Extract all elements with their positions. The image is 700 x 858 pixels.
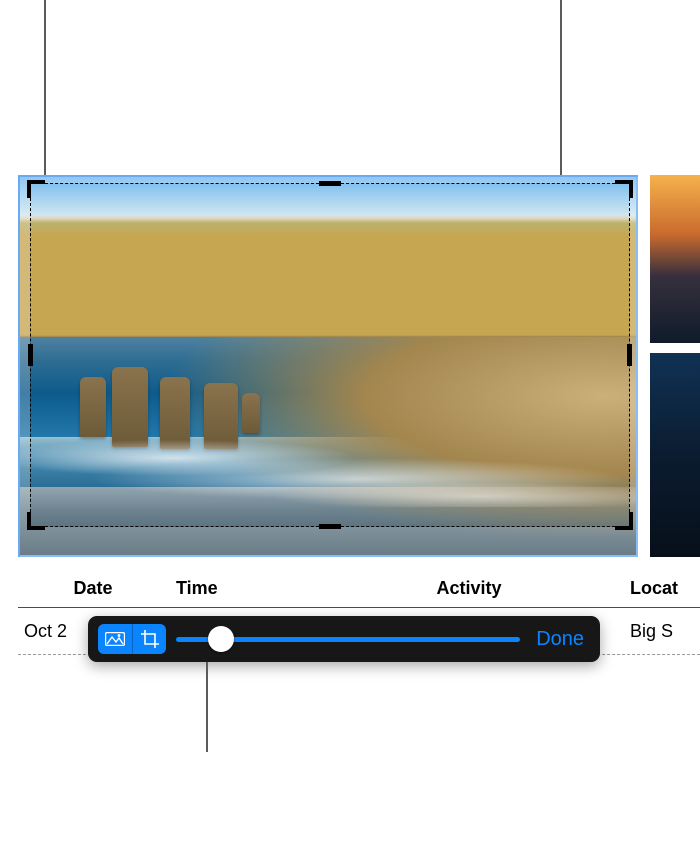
callout-line-slider (206, 662, 208, 752)
column-header-date: Date (18, 578, 168, 599)
crop-handle-top-left[interactable] (27, 180, 45, 198)
crop-handle-bottom-left[interactable] (27, 512, 45, 530)
crop-handle-top[interactable] (319, 181, 341, 186)
photo-thumbnail-partial[interactable] (650, 175, 700, 343)
crop-mode-button[interactable] (132, 624, 166, 654)
crop-icon (141, 630, 159, 648)
crop-handle-bottom[interactable] (319, 524, 341, 529)
crop-mask (20, 527, 640, 557)
slider-thumb[interactable] (208, 626, 234, 652)
crop-handle-top-right[interactable] (615, 180, 633, 198)
column-header-location: Locat (630, 578, 700, 599)
image-edit-toolbar: Done (88, 616, 600, 662)
crop-handle-left[interactable] (28, 344, 33, 366)
crop-handle-bottom-right[interactable] (615, 512, 633, 530)
zoom-slider[interactable] (176, 624, 520, 654)
cell-location: Big S (630, 621, 700, 642)
mask-icon (105, 632, 125, 646)
mask-mode-button[interactable] (98, 624, 132, 654)
table-header-row: Date Time Activity Locat (18, 574, 700, 607)
done-button[interactable]: Done (530, 628, 590, 651)
edit-mode-toggle (98, 624, 166, 654)
callout-line-top-left (44, 0, 46, 175)
column-header-time: Time (168, 578, 308, 599)
photo-main[interactable] (18, 175, 638, 557)
crop-selection[interactable] (30, 183, 630, 527)
crop-handle-right[interactable] (627, 344, 632, 366)
column-header-activity: Activity (308, 578, 630, 599)
callout-line-top-right (560, 0, 562, 175)
image-edit-canvas (18, 175, 700, 557)
photo-thumbnail-partial[interactable] (650, 353, 700, 557)
table-rule (18, 607, 700, 608)
